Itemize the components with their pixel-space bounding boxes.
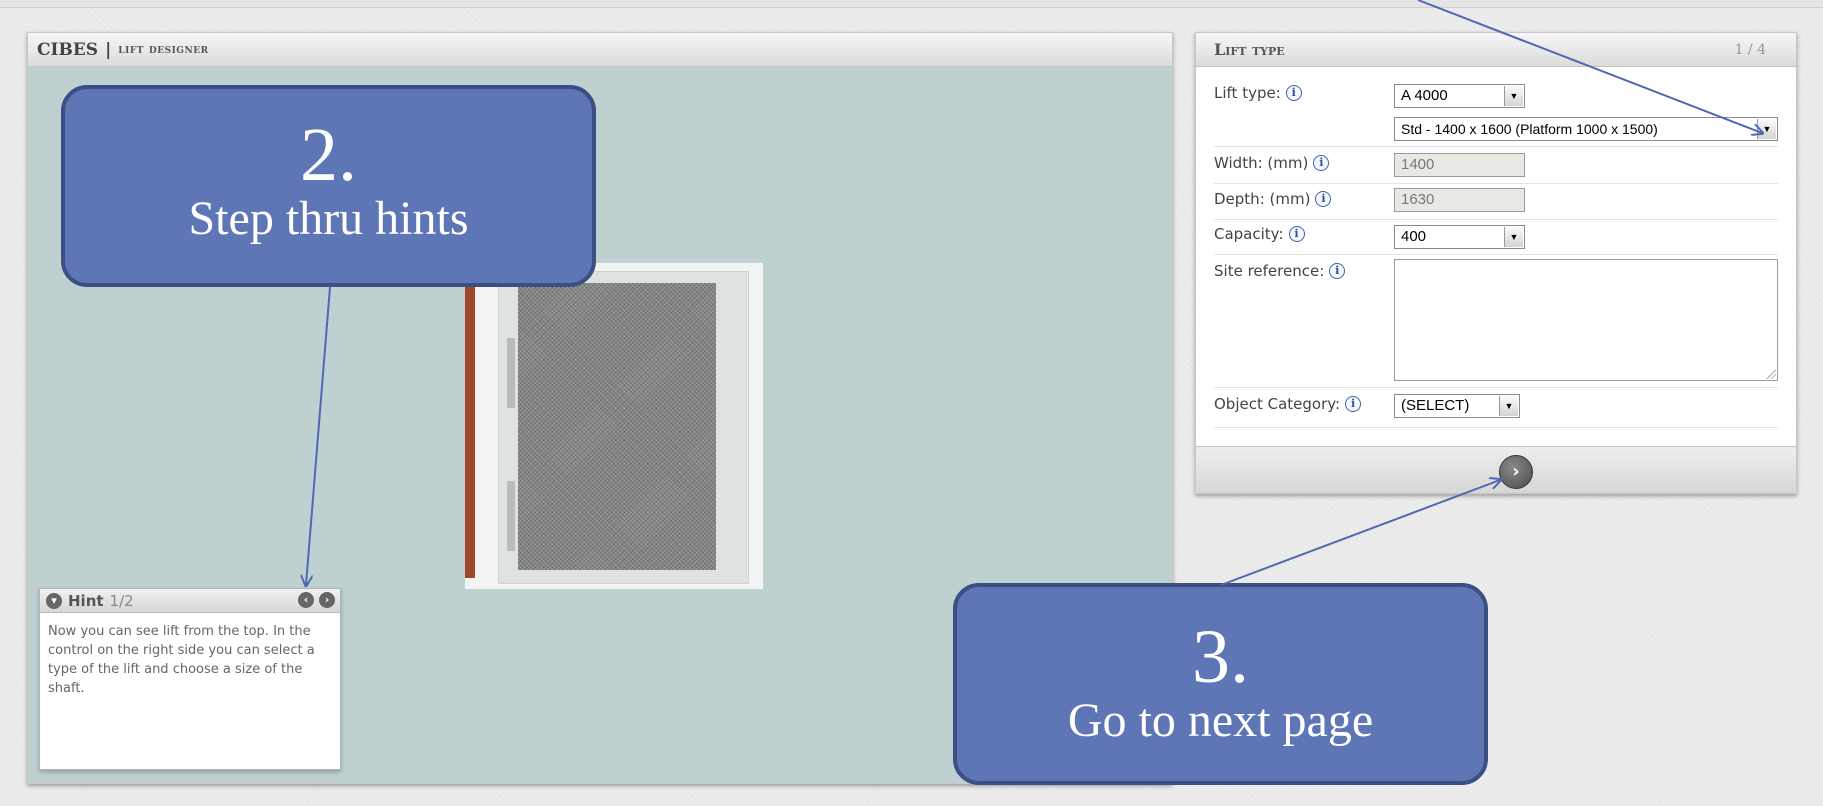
width-row: Width: (mm) i 1400 [1214,149,1778,184]
info-icon[interactable]: i [1329,263,1346,279]
depth-field[interactable]: 1630 [1394,188,1525,212]
object-category-select[interactable]: (SELECT) ▼ [1394,394,1520,418]
info-icon[interactable]: i [1315,191,1332,207]
shaft-size-select[interactable]: Std - 1400 x 1600 (Platform 1000 x 1500)… [1394,117,1778,141]
hint-box: ▾ Hint 1/2 ‹ › Now you can see lift from… [39,588,341,770]
dropdown-arrow-icon: ▼ [1504,227,1523,247]
hint-header: ▾ Hint 1/2 ‹ › [40,589,340,613]
width-label: Width: (mm) i [1214,154,1330,172]
dropdown-arrow-icon: ▼ [1504,86,1523,106]
lift-type-label: Lift type: i [1214,84,1302,102]
guide-rail-upper [507,338,515,408]
lift-type-select[interactable]: A 4000 ▼ [1394,84,1525,108]
object-category-label-text: Object Category: [1214,395,1341,413]
page-indicator: 1 / 4 [1734,41,1766,58]
callout-text: Step thru hints [188,192,469,245]
callout-go-to-next-page: 3. Go to next page [953,583,1488,785]
object-category-row: Object Category: i (SELECT) ▼ [1214,391,1778,428]
capacity-row: Capacity: i 400 ▼ [1214,221,1778,255]
shaft-wall-rail [465,286,475,578]
capacity-select[interactable]: 400 ▼ [1394,225,1525,249]
callout-number: 3. [1192,615,1249,699]
hint-title: Hint [68,591,104,610]
lift-platform [518,283,716,570]
lift-type-panel: Lift type 1 / 4 Lift type: i A 4000 ▼ St… [1195,32,1797,494]
info-icon[interactable]: i [1288,226,1305,242]
dropdown-arrow-icon: ▼ [1499,396,1518,416]
brand-name: CIBES [37,39,99,60]
lift-type-header: Lift type 1 / 4 [1196,33,1796,67]
callout-step-thru-hints: 2. Step thru hints [61,85,596,287]
object-category-select-value: (SELECT) [1401,397,1470,414]
designer-subtitle: lift designer [118,42,209,57]
lift-type-label-text: Lift type: [1214,84,1281,102]
panel-title: Lift type [1214,40,1285,59]
info-icon[interactable]: i [1285,85,1302,101]
designer-header: CIBES | lift designer [28,33,1172,67]
chevron-down-icon[interactable]: ▾ [46,592,62,609]
lift-panel-footer: › [1196,446,1796,493]
shaft-size-select-value: Std - 1400 x 1600 (Platform 1000 x 1500) [1401,121,1658,137]
capacity-label: Capacity: i [1214,225,1305,243]
hint-nav: ‹ › [298,592,335,608]
callout-text: Go to next page [1067,694,1374,747]
depth-label-text: Depth: (mm) [1214,190,1311,208]
site-reference-row: Site reference: i [1214,258,1778,388]
callout-number: 2. [300,113,357,197]
chevron-left-icon[interactable]: ‹ [298,592,314,608]
brand-separator: | [105,39,112,60]
info-icon[interactable]: i [1345,396,1362,412]
lift-type-row: Lift type: i A 4000 ▼ Std - 1400 x 1600 … [1214,81,1778,147]
hint-text: Now you can see lift from the top. In th… [48,624,315,696]
depth-row: Depth: (mm) i 1630 [1214,185,1778,220]
dropdown-arrow-icon: ▼ [1757,119,1776,139]
resize-handle-icon[interactable] [1766,369,1776,379]
next-page-button[interactable]: › [1499,455,1533,489]
capacity-label-text: Capacity: [1214,225,1284,243]
lift-type-select-value: A 4000 [1401,87,1448,104]
capacity-select-value: 400 [1401,228,1427,245]
width-label-text: Width: (mm) [1214,154,1309,172]
width-field[interactable]: 1400 [1394,153,1525,177]
site-reference-label-text: Site reference: [1214,262,1325,280]
chevron-right-icon[interactable]: › [319,592,335,608]
object-category-label: Object Category: i [1214,395,1362,413]
site-reference-textarea[interactable] [1394,259,1778,381]
site-reference-label: Site reference: i [1214,262,1346,280]
top-edge-bar [0,0,1823,8]
arrow-to-next-button [1220,480,1500,586]
hint-step-counter: 1/2 [109,591,134,610]
depth-label: Depth: (mm) i [1214,190,1332,208]
guide-rail-lower [507,481,515,551]
info-icon[interactable]: i [1313,155,1330,171]
